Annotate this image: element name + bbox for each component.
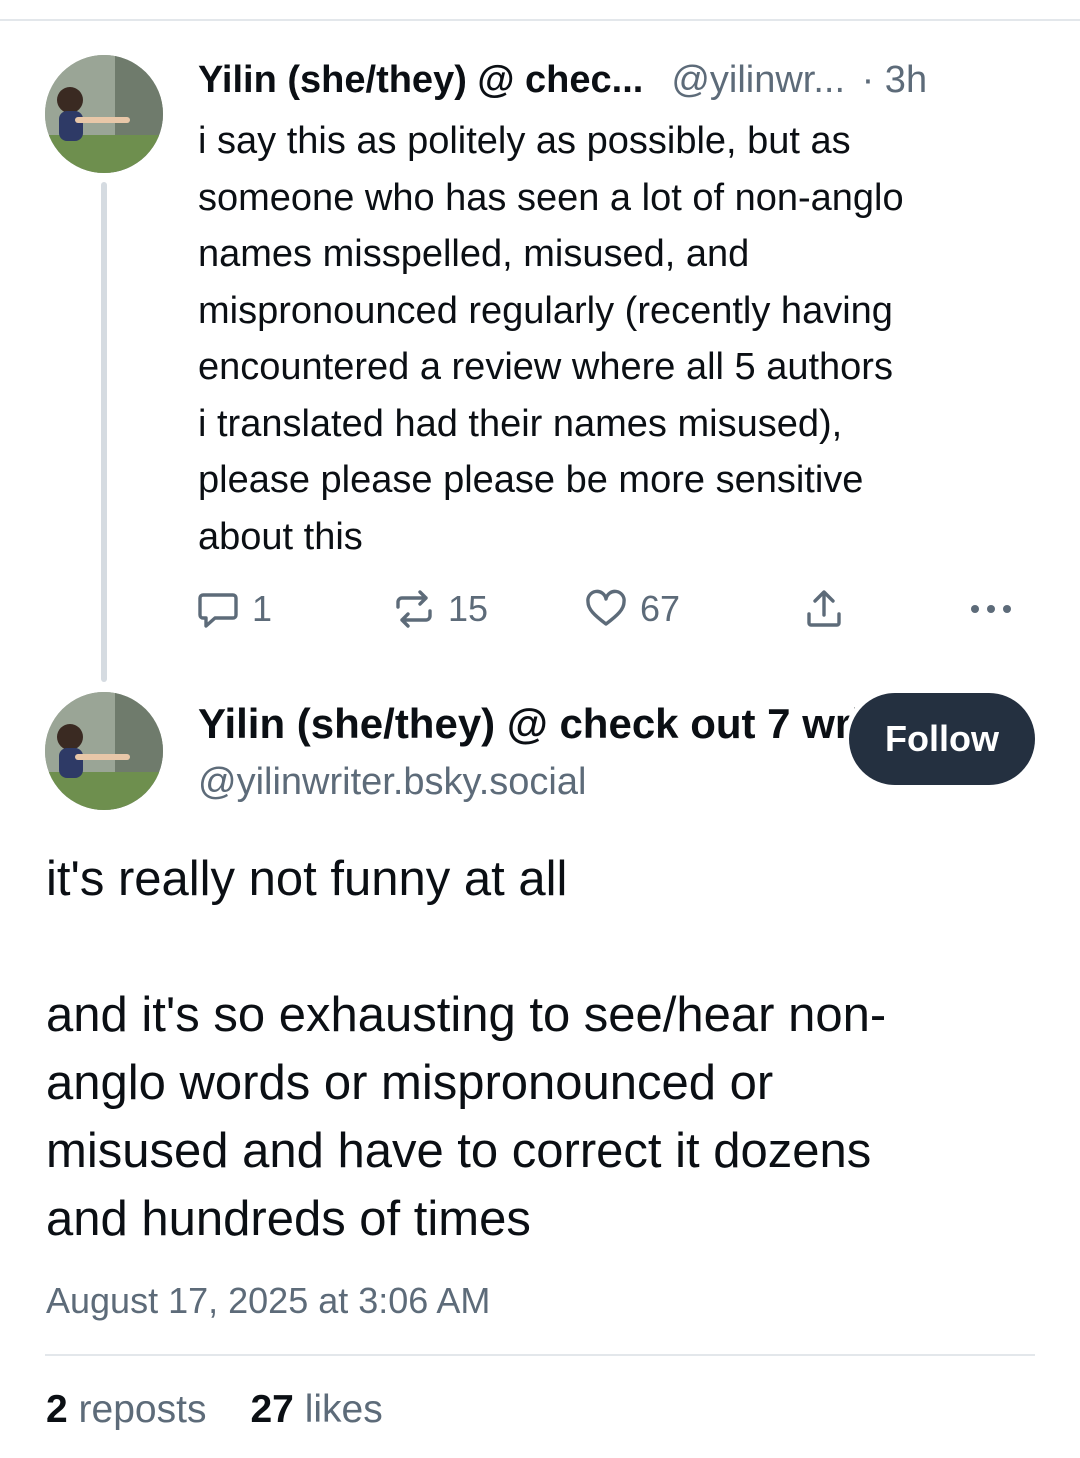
reply-button[interactable]: 1 [196,584,272,634]
author-handle[interactable]: @yilinwr... [671,59,845,101]
share-icon [802,587,846,631]
author-display-name[interactable]: Yilin (she/they) @ chec... [198,59,643,101]
avatar-photo [45,55,163,173]
main-author-handle[interactable]: @yilinwriter.bsky.social [198,757,586,807]
post-actions: 1 15 67 [196,584,1026,634]
reposts-label: reposts [78,1388,207,1431]
more-icon [966,587,1016,631]
post-stats: 2 reposts 27 likes [46,1385,383,1435]
parent-post-header: Yilin (she/they) @ chec... @yilinwr... · … [198,56,1038,104]
more-options-button[interactable] [966,584,1016,634]
reply-count: 1 [252,588,273,629]
avatar[interactable] [45,55,163,173]
like-icon [584,587,628,631]
top-divider [0,19,1080,21]
thread-line [101,182,107,682]
likes-count: 27 [250,1388,294,1431]
repost-button[interactable]: 15 [392,584,488,634]
follow-button[interactable]: Follow [849,693,1035,785]
reposts-stat[interactable]: 2 reposts [46,1388,206,1431]
likes-stat[interactable]: 27 likes [250,1388,382,1431]
avatar-photo [45,692,163,810]
post-time[interactable]: · 3h [862,59,927,101]
reply-icon [196,587,240,631]
like-count: 67 [640,588,681,629]
reposts-count: 2 [46,1388,68,1431]
stats-divider [45,1354,1035,1356]
repost-icon [392,587,436,631]
likes-label: likes [304,1388,383,1431]
parent-post-text: i say this as politely as possible, but … [198,120,904,558]
main-post-text: it's really not funny at all and it's so… [46,852,887,1246]
post-timestamp: August 17, 2025 at 3:06 AM [46,1280,491,1321]
repost-count: 15 [448,588,489,629]
share-button[interactable] [802,584,846,634]
avatar[interactable] [45,692,163,810]
like-button[interactable]: 67 [584,584,680,634]
